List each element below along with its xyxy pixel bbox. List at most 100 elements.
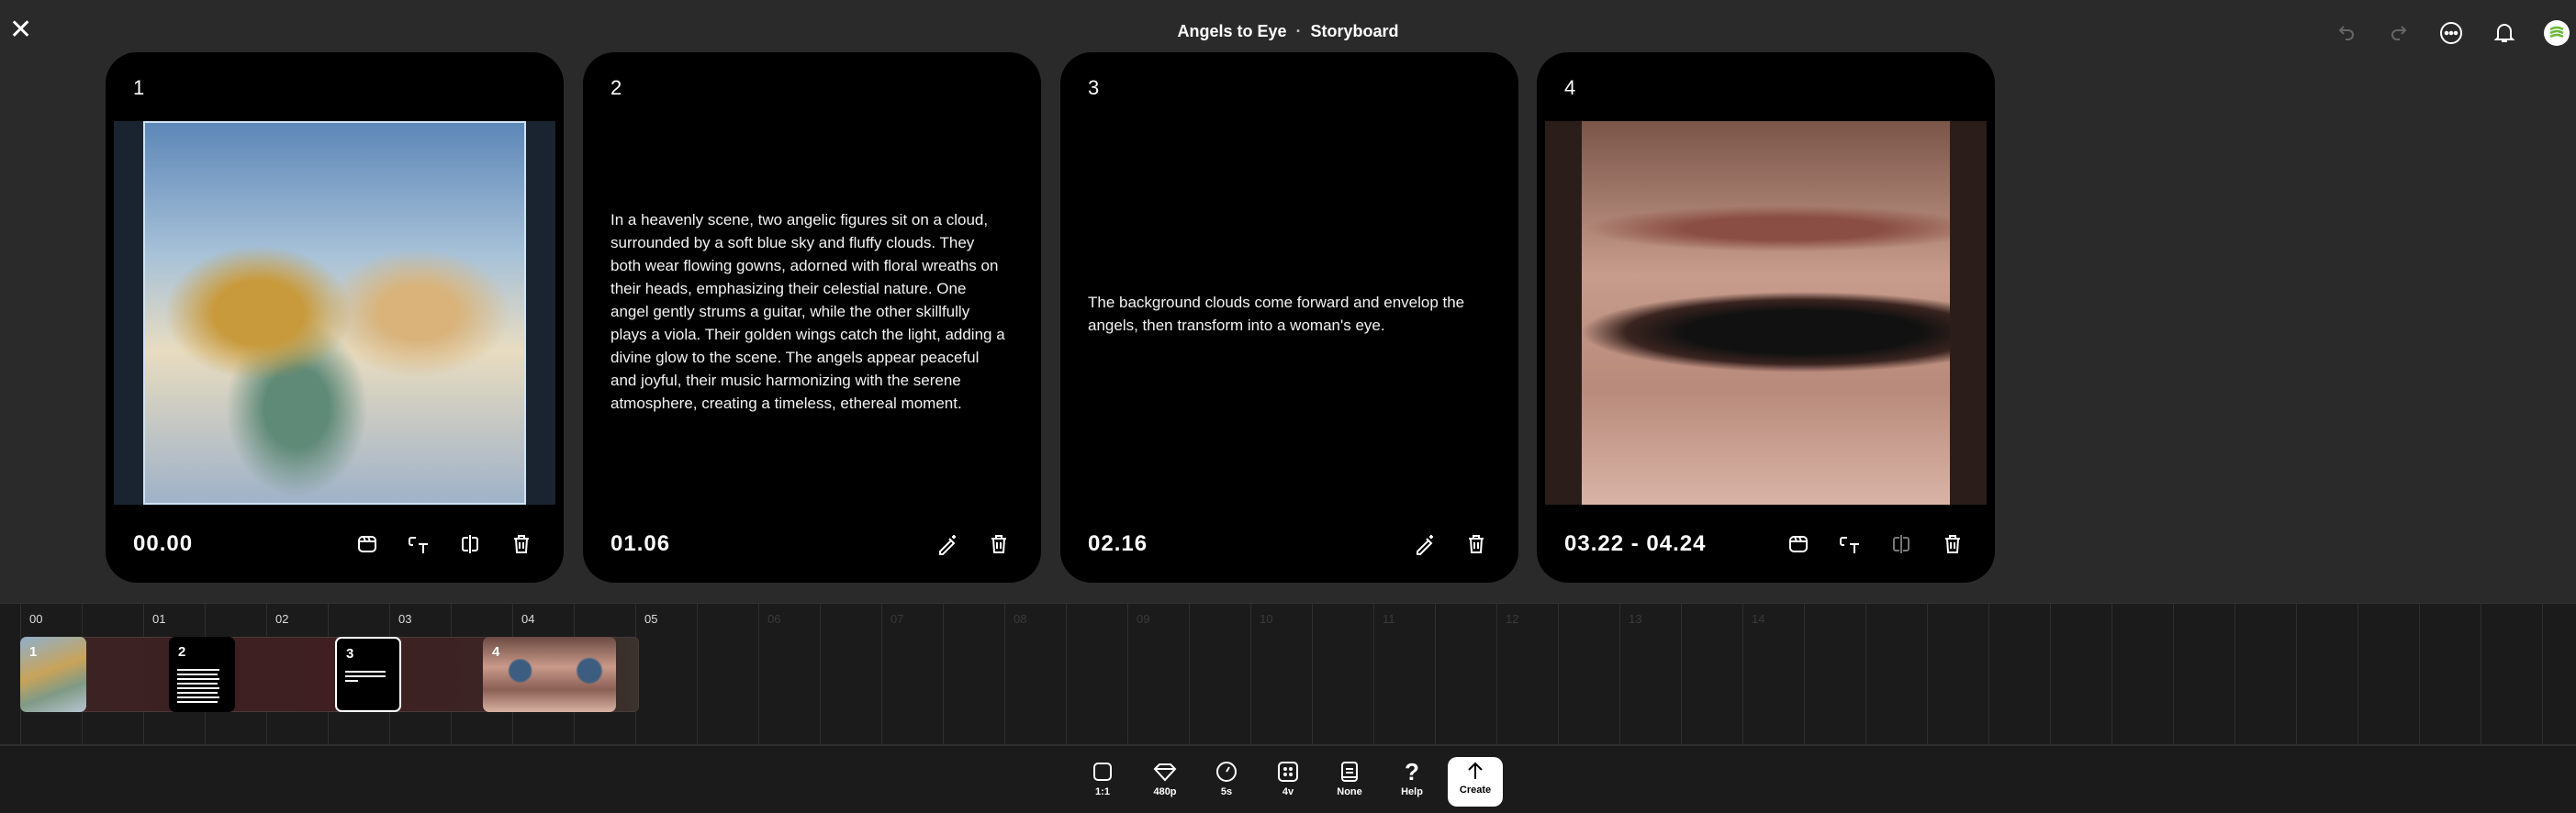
timeline-gridline [1865,604,1866,745]
card-number: 2 [610,76,622,99]
angels-image[interactable] [143,121,526,505]
eye-image[interactable] [1582,121,1950,505]
card-description[interactable]: The background clouds come forward and e… [1088,291,1485,337]
duration-button[interactable]: 5s [1199,759,1254,797]
create-label: Create [1459,785,1492,796]
text-swap-icon [409,537,428,553]
timeline-gridline [2173,604,2174,745]
text-lines-icon [345,671,386,682]
timeline-label: 07 [890,612,904,626]
card-number: 4 [1564,76,1576,99]
card-time: 01.06 [610,531,671,556]
timeline-gridline [881,604,882,745]
generate-button[interactable] [933,529,962,559]
timeline-gridline [758,604,759,745]
avatar[interactable] [2542,18,2571,48]
title-separator: · [1295,22,1302,40]
storyboard-card-4[interactable]: 4 03.22 - 04.24 [1537,52,1995,583]
page-title: Angels to Eye · Storyboard [0,22,2576,41]
split-icon [1893,535,1910,553]
timeline-label: 09 [1137,612,1150,626]
resolution-button[interactable]: 480p [1137,759,1193,797]
timeline-gridline [1681,604,1682,745]
edit-text-button[interactable] [404,529,433,559]
notifications-button[interactable] [2490,18,2519,48]
timeline-clip-2[interactable]: 2 [169,637,235,712]
timeline-label: 02 [275,612,289,626]
tool-label: 1:1 [1095,786,1110,797]
undo-icon [2338,26,2354,40]
storyboard-card-2[interactable]: 2 In a heavenly scene, two angelic figur… [583,52,1041,583]
timeline-label: 10 [1260,612,1273,626]
help-button[interactable]: ? Help [1384,757,1439,798]
timeline-gridline [1496,604,1497,745]
preset-icon [1341,762,1358,782]
edit-text-button[interactable] [1835,529,1865,559]
clip-button[interactable] [353,529,382,559]
timeline-gridline [1312,604,1313,745]
timeline-gridline [1988,604,1989,745]
timeline-gridline [820,604,821,745]
duration-icon [1216,762,1237,782]
clip-number: 1 [29,644,38,660]
compare-button[interactable] [455,529,485,559]
timeline-label: 06 [767,612,781,626]
tool-label: None [1337,786,1362,797]
generate-button[interactable] [1410,529,1439,559]
clip-number: 4 [492,644,500,660]
preset-button[interactable]: None [1322,759,1377,797]
clip-button[interactable] [1784,529,1813,559]
more-button[interactable] [2436,18,2466,48]
timeline-label: 12 [1506,612,1519,626]
variations-icon [1278,762,1298,782]
timeline-gridline [1619,604,1620,745]
delete-button[interactable] [507,529,536,559]
storyboard-card-3[interactable]: 3 The background clouds come forward and… [1060,52,1518,583]
timeline-clip-3-selected[interactable]: 3 [335,637,401,712]
timeline-gridline [2419,604,2420,745]
variations-button[interactable]: 4v [1260,759,1316,797]
tool-label: 480p [1153,786,1177,797]
bell-icon [2493,24,2515,42]
tool-label: 4v [1282,786,1294,797]
delete-button[interactable] [1462,529,1491,559]
magic-pen-icon [1417,535,1433,555]
redo-button[interactable] [2384,18,2414,48]
timeline-gridline [2050,604,2051,745]
timeline-clip-4[interactable]: 4 [483,637,616,712]
aspect-ratio-button[interactable]: 1:1 [1075,759,1130,797]
create-button[interactable]: Create [1448,757,1503,807]
help-icon: ? [1405,757,1419,785]
delete-button[interactable] [984,529,1014,559]
timeline-gridline [1742,604,1743,745]
trash-icon [991,535,1006,553]
undo-button[interactable] [2332,18,2361,48]
card-number: 3 [1088,76,1100,99]
diamond-icon [1153,763,1177,782]
timeline-gridline [1927,604,1928,745]
view-name: Storyboard [1310,22,1399,40]
timeline[interactable]: 00 01 02 03 04 05 06 07 08 09 10 11 12 13 14 1 2 3 4 [0,603,2576,745]
card-description[interactable]: In a heavenly scene, two angelic figures… [610,208,1008,415]
timeline-clip-1[interactable]: 1 [20,637,86,712]
storyboard-card-1[interactable]: 1 00.00 [106,52,564,583]
timeline-gridline [1373,604,1374,745]
trash-icon [1945,535,1960,553]
timeline-gridline [943,604,944,745]
timeline-gridline [2296,604,2297,745]
timeline-gridline [1558,604,1559,745]
timeline-gridline [1066,604,1067,745]
timeline-label: 00 [29,612,43,626]
card-time: 00.00 [133,531,194,556]
timeline-label: 01 [152,612,166,626]
clip-number: 3 [346,646,354,662]
timeline-gridline [1004,604,1005,745]
card-image-frame [114,121,555,505]
bottom-toolbar: 1:1 480p 5s 4v None ? Help Create [0,744,2576,813]
timeline-gridline [2234,604,2235,745]
clapperboard-icon [1789,536,1808,552]
tool-label: Help [1401,786,1423,797]
clip-number: 2 [178,644,186,660]
delete-button[interactable] [1938,529,1967,559]
timeline-label: 08 [1014,612,1027,626]
